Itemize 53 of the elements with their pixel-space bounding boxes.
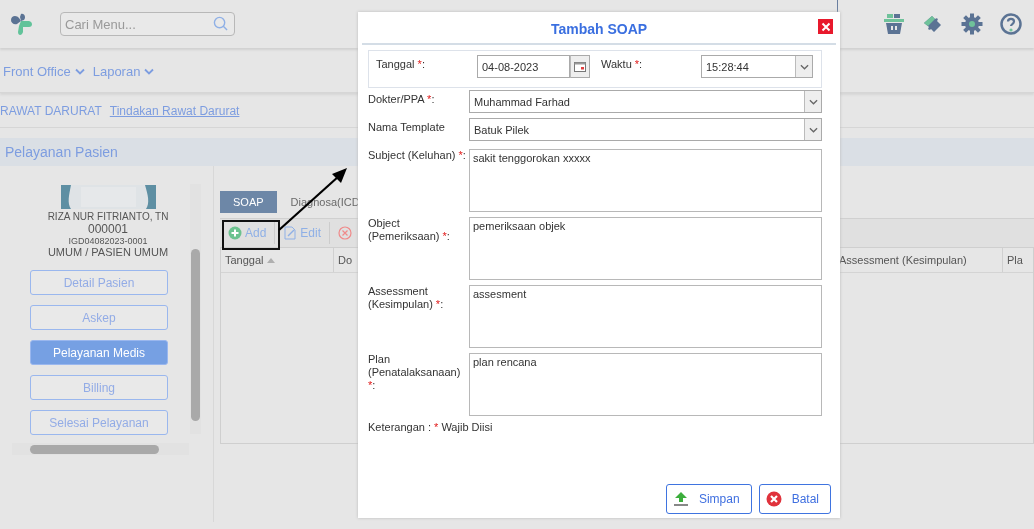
cancel-button[interactable]: Batal [758,484,831,514]
chevron-icon [74,67,85,75]
time-select[interactable]: 15:28:44 [701,55,813,78]
close-button[interactable] [818,19,833,34]
highlight-box [222,220,280,250]
select-field[interactable]: Batuk Pilek [469,118,822,141]
text-area[interactable]: sakit tenggorokan xxxxx [469,149,822,212]
text-area[interactable]: plan rencana [469,353,822,416]
caret-icon [808,126,818,133]
field-label: Assessment (Kesimpulan) *: [368,285,445,311]
column-header[interactable]: Pla [1003,248,1033,272]
chevron-icon [144,67,155,75]
dialog-title: Tambah SOAP [550,20,648,37]
patient-name: RIZA NUR FITRIANTO, TN [47,211,169,222]
note-text: Keterangan : * Wajib Diisi [368,421,494,433]
text-area[interactable]: assesment [469,285,822,348]
basket-icon[interactable] [883,13,905,35]
caret-icon [799,63,809,70]
select-field[interactable]: Muhammad Farhad [469,90,822,113]
save-button[interactable]: Simpan [665,484,752,514]
menu-button[interactable]: Pelayanan Medis [30,340,168,365]
field-label: Object (Pemeriksaan) *: [368,217,451,243]
calendar-icon [574,61,586,72]
close-icon [820,21,831,32]
horizontal-scrollbar[interactable] [12,443,189,455]
text-area[interactable]: pemeriksaan objek [469,217,822,280]
field-label: Dokter/PPA *: [368,92,436,106]
column-header[interactable]: Tanggal [221,248,334,272]
logo-icon [8,11,34,37]
field-label: Nama Template [368,120,446,134]
close-icon [338,226,353,240]
field-label: Tanggal *: [376,57,426,71]
payer-type: UMUM / PASIEN UMUM [47,246,169,258]
patient-number: 000001 [87,222,128,236]
breadcrumb-item: RAWAT DARURAT [0,104,102,118]
vertical-scrollbar[interactable] [190,184,201,434]
visit-number: IGD04082023-0001 [68,236,148,246]
date-field[interactable]: 04-08-2023 [477,55,570,78]
document-icon [283,226,298,240]
search-field[interactable]: Cari Menu... [60,12,235,36]
field-label: Waktu *: [601,57,644,71]
download-icon [672,491,689,507]
plus-icon [228,226,242,240]
field-label: Plan (Penatalaksanaan) *: [368,353,462,392]
field-label: Subject (Keluhan) *: [368,149,467,162]
close-icon [765,491,782,507]
section-title: Pelayanan Pasien [5,144,118,160]
search-icon [213,16,228,31]
calendar-button[interactable] [570,55,590,78]
settings-icon[interactable] [961,13,983,35]
help-icon[interactable] [1000,13,1022,35]
caret-icon [808,98,818,105]
tab[interactable]: SOAP [220,191,277,213]
